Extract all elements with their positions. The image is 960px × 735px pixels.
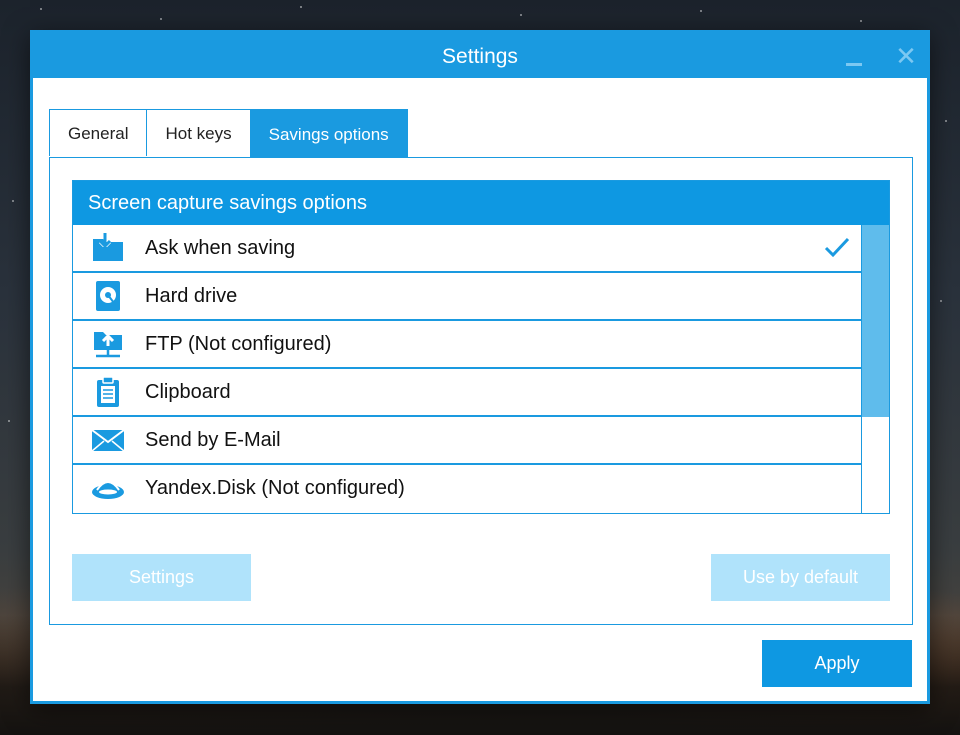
option-label: Clipboard — [145, 381, 231, 403]
scrollbar-thumb[interactable] — [862, 225, 889, 417]
tab-bar: General Hot keys Savings options — [49, 109, 408, 159]
use-by-default-button[interactable]: Use by default — [711, 554, 890, 601]
clipboard-icon — [97, 377, 119, 407]
option-label: Send by E-Mail — [145, 429, 281, 451]
option-yandex-disk[interactable]: Yandex.Disk (Not configured) — [73, 465, 862, 513]
ftp-folder-icon — [94, 332, 122, 358]
option-label: Yandex.Disk (Not configured) — [145, 477, 405, 499]
list-header: Screen capture savings options — [73, 181, 889, 225]
yandex-disk-icon — [92, 481, 124, 499]
folder-download-icon — [93, 233, 123, 261]
savings-options-list: Screen capture savings options Ask when … — [72, 180, 890, 514]
close-button[interactable]: ✕ — [893, 43, 919, 69]
title-bar[interactable]: Settings ✕ — [33, 33, 927, 78]
option-hard-drive[interactable]: Hard drive — [73, 273, 862, 321]
option-ftp[interactable]: FTP (Not configured) — [73, 321, 862, 369]
settings-window: Settings ✕ General Hot keys Savings opti… — [30, 30, 930, 704]
apply-button[interactable]: Apply — [762, 640, 912, 687]
option-send-by-email[interactable]: Send by E-Mail — [73, 417, 862, 465]
tab-savings-options[interactable]: Savings options — [249, 109, 408, 159]
option-clipboard[interactable]: Clipboard — [73, 369, 862, 417]
window-title: Settings — [442, 45, 518, 68]
close-icon: ✕ — [895, 41, 917, 71]
savings-options-panel: Screen capture savings options Ask when … — [49, 157, 913, 625]
option-ask-when-saving[interactable]: Ask when saving — [73, 225, 862, 273]
hard-drive-icon — [96, 281, 120, 311]
tab-general[interactable]: General — [49, 109, 148, 156]
minimize-button[interactable] — [841, 43, 867, 69]
mail-icon — [91, 429, 125, 452]
option-label: FTP (Not configured) — [145, 333, 332, 355]
option-label: Hard drive — [145, 285, 238, 307]
option-label: Ask when saving — [145, 237, 296, 259]
settings-button[interactable]: Settings — [72, 554, 251, 601]
tab-hot-keys[interactable]: Hot keys — [146, 109, 251, 156]
list-scrollbar[interactable] — [861, 225, 889, 513]
checkmark-icon — [824, 237, 850, 258]
